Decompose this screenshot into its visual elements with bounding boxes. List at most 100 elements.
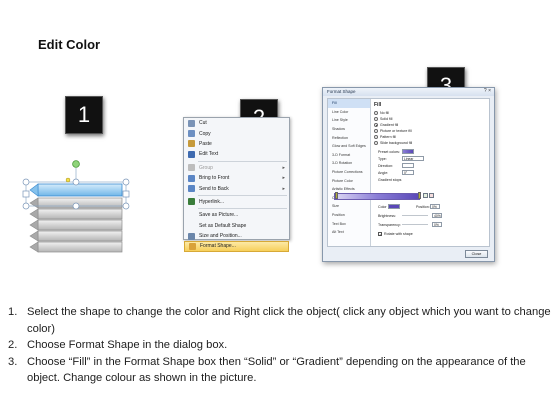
remove-stop-icon[interactable]	[429, 193, 434, 198]
size-icon	[188, 232, 195, 240]
menu-item-paste[interactable]: Paste	[184, 139, 289, 149]
category-picture-corrections[interactable]: Picture Corrections	[328, 168, 370, 177]
checkbox-checked-icon: ✓	[378, 232, 383, 237]
instruction-step: 1. Select the shape to change the color a…	[8, 304, 553, 337]
gradient-stops-label: Gradient stops	[378, 177, 402, 182]
group-icon	[188, 164, 195, 172]
step-number: 2.	[8, 339, 18, 351]
submenu-arrow-icon: ▸	[282, 164, 285, 171]
menu-item-label: Cut	[199, 120, 207, 127]
format-shape-icon	[189, 242, 196, 250]
submenu-arrow-icon: ▸	[282, 175, 285, 182]
menu-item-label: Format Shape...	[200, 243, 236, 250]
instructions-list: 1. Select the shape to change the color a…	[8, 304, 553, 387]
category-3-d-rotation[interactable]: 3-D Rotation	[328, 159, 370, 168]
scissors-icon	[188, 119, 195, 127]
menu-item-format-shape[interactable]: Format Shape...	[184, 241, 289, 252]
instruction-step: 3. Choose “Fill” in the Format Shape box …	[8, 354, 553, 387]
brightness-slider[interactable]	[402, 214, 428, 217]
color-label: Color	[378, 204, 387, 209]
type-label: Type:	[378, 156, 387, 161]
color-picker[interactable]	[388, 204, 400, 209]
radio-button[interactable]	[374, 141, 378, 145]
stacked-blinds-shape	[22, 160, 130, 253]
category-picture-color[interactable]: Picture Color	[328, 176, 370, 185]
radio-label: No fill	[380, 111, 389, 115]
menu-item-send-to-back[interactable]: Send to Back ▸	[184, 183, 289, 193]
blank-icon	[188, 222, 195, 229]
category-alt-text[interactable]: Alt Text	[328, 228, 370, 237]
page-title: Edit Color	[38, 37, 101, 52]
radio-label: Gradient fill	[380, 123, 399, 127]
fill-option-slide-background-fill[interactable]: Slide background fill	[374, 140, 487, 146]
category-line-style[interactable]: Line Style	[328, 116, 370, 125]
category-3-d-format[interactable]: 3-D Format	[328, 151, 370, 160]
bring-front-icon	[188, 174, 195, 182]
preset-colors-picker[interactable]	[402, 149, 414, 154]
menu-item-cut[interactable]: Cut	[184, 118, 289, 128]
category-text-box[interactable]: Text Box	[328, 219, 370, 228]
dialog-title-controls[interactable]: ? ×	[484, 88, 491, 94]
step-text: Choose Format Shape in the dialog box.	[27, 339, 228, 351]
gradient-stop-handle[interactable]	[418, 192, 421, 199]
menu-item-size-and-position[interactable]: Size and Position...	[184, 231, 289, 241]
position-input[interactable]: 0%	[430, 204, 440, 209]
radio-button[interactable]	[374, 111, 378, 115]
close-button[interactable]: Close	[465, 250, 488, 258]
menu-item-bring-to-front[interactable]: Bring to Front ▸	[184, 173, 289, 183]
dialog-category-list: Fill Line Color Line Style Shadow Reflection…	[328, 99, 371, 246]
category-position[interactable]: Position	[328, 211, 370, 220]
menu-item-hyperlink[interactable]: Hyperlink...	[184, 197, 289, 207]
radio-button[interactable]	[374, 135, 378, 139]
category-shadow[interactable]: Shadow	[328, 125, 370, 134]
category-glow-and-soft-edges[interactable]: Glow and Soft Edges	[328, 142, 370, 151]
rotate-with-shape-label: Rotate with shape	[384, 232, 413, 236]
menu-separator	[198, 208, 287, 210]
transparency-slider[interactable]	[402, 223, 428, 226]
text-icon	[188, 150, 195, 158]
copy-icon	[188, 130, 195, 138]
menu-item-copy[interactable]: Copy	[184, 128, 289, 138]
menu-item-label: Send to Back	[199, 185, 229, 192]
category-size[interactable]: Size	[328, 202, 370, 211]
paste-icon	[188, 140, 195, 148]
radio-button[interactable]	[374, 129, 378, 133]
category-reflection[interactable]: Reflection	[328, 133, 370, 142]
angle-label: Angle:	[378, 170, 389, 175]
radio-label: Picture or texture fill	[380, 129, 412, 133]
format-shape-dialog: Format Shape ? × Fill Line Color Line Styl…	[322, 87, 495, 262]
category-line-color[interactable]: Line Color	[328, 108, 370, 117]
menu-item-label: Set as Default Shape	[199, 222, 247, 229]
rotate-with-shape-checkbox[interactable]: ✓ Rotate with shape	[378, 232, 413, 237]
step-badge-1: 1	[65, 96, 103, 134]
angle-input[interactable]: 0°	[402, 170, 414, 175]
menu-item-label: Group	[199, 164, 213, 171]
step-text: Choose “Fill” in the Format Shape box th…	[27, 355, 526, 385]
context-menu[interactable]: Cut Copy Paste Edit Text Group ▸ Bring to Fron…	[183, 117, 290, 252]
gradient-stop-handle[interactable]	[335, 192, 338, 199]
gradient-stops-bar[interactable]	[334, 193, 420, 200]
selected-shape[interactable]	[20, 158, 132, 258]
menu-item-group: Group ▸	[184, 163, 289, 173]
menu-item-label: Hyperlink...	[199, 198, 225, 205]
menu-item-label: Paste	[199, 140, 212, 147]
radio-button[interactable]	[374, 117, 378, 121]
radio-button[interactable]	[374, 123, 378, 127]
menu-item-edit-text[interactable]: Edit Text	[184, 149, 289, 159]
menu-item-label: Size and Position...	[199, 233, 242, 240]
add-stop-icon[interactable]	[423, 193, 428, 198]
blank-icon	[188, 212, 195, 219]
menu-item-save-as-picture[interactable]: Save as Picture...	[184, 210, 289, 220]
direction-label: Direction:	[378, 163, 394, 168]
direction-picker[interactable]	[402, 163, 414, 168]
menu-item-label: Edit Text	[199, 151, 219, 158]
transparency-input[interactable]: 0%	[432, 222, 442, 227]
type-select[interactable]: Linear	[402, 156, 424, 161]
dialog-body: Fill Line Color Line Style Shadow Reflection…	[327, 98, 490, 247]
brightness-label: Brightness:	[378, 213, 396, 218]
radio-label: Solid fill	[380, 117, 393, 121]
brightness-input[interactable]: 40%	[432, 213, 442, 218]
menu-separator	[198, 160, 287, 162]
menu-item-set-as-default-shape[interactable]: Set as Default Shape	[184, 221, 289, 231]
category-fill[interactable]: Fill	[328, 99, 370, 108]
